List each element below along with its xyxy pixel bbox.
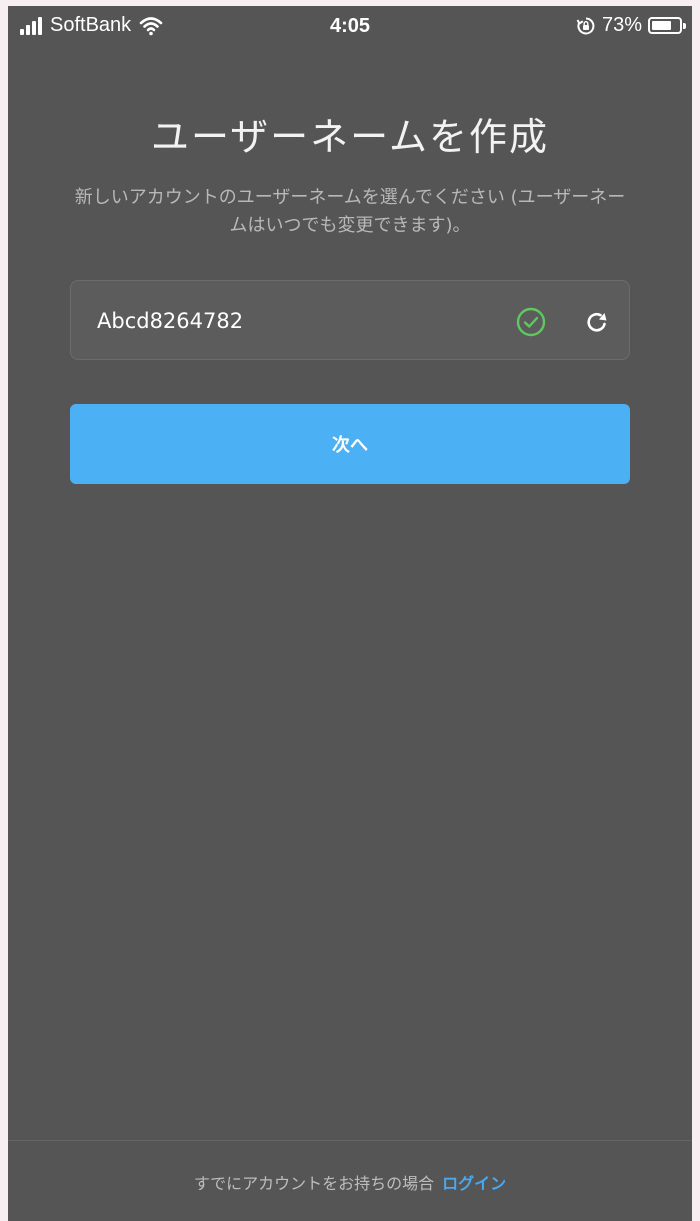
page-title: ユーザーネームを作成: [150, 115, 550, 159]
status-bar: SoftBank 4:05 73%: [8, 6, 692, 50]
battery-percent: 73%: [601, 14, 642, 36]
login-link[interactable]: ログイン: [442, 1174, 506, 1193]
battery-icon: [648, 17, 686, 34]
phone-screen: SoftBank 4:05 73% ユーザーネームを作成 新しいアカウントのユー…: [8, 6, 692, 1221]
login-prompt: すでにアカウントをお持ちの場合: [193, 1174, 435, 1193]
refresh-icon[interactable]: [581, 306, 613, 338]
battery-fill: [652, 21, 671, 30]
footer: すでにアカウントをお持ちの場合 ログイン: [8, 1170, 692, 1194]
check-circle-icon: [516, 307, 546, 337]
status-right: 73%: [576, 14, 686, 37]
username-input[interactable]: [97, 303, 477, 339]
footer-divider: [8, 1140, 692, 1141]
rotation-lock-icon: [576, 17, 595, 34]
username-field[interactable]: [70, 280, 630, 360]
next-button[interactable]: 次へ: [70, 404, 630, 484]
page-subtitle: 新しいアカウントのユーザーネームを選んでください (ユーザーネームはいつでも変更…: [74, 187, 626, 236]
battery-cap: [683, 23, 686, 29]
